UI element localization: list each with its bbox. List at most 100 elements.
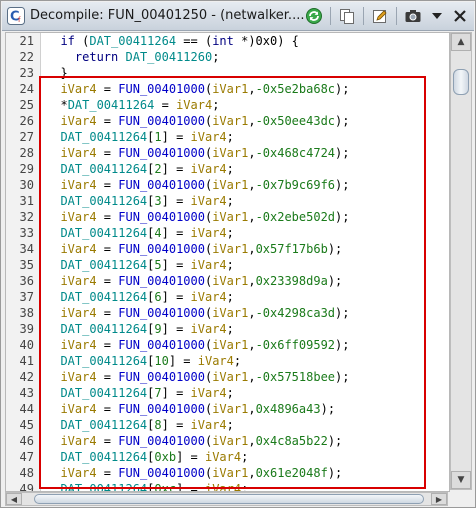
refresh-button[interactable] [304,6,324,26]
code-token[interactable]: FUN_00401000 [118,466,205,480]
code-token[interactable]: iVar1 [212,178,248,192]
code-line[interactable]: iVar4 = FUN_00401000(iVar1,-0x4298ca3d); [46,305,449,321]
code-line[interactable]: iVar4 = FUN_00401000(iVar1,-0x5e2ba68c); [46,81,449,97]
close-button[interactable] [450,6,470,26]
horizontal-scrollbar[interactable]: ◀ ▶ [5,492,448,506]
code-token[interactable]: DAT_00411260 [126,50,213,64]
decompiler-code-view[interactable]: 21 22 23 24 25 26 27 28 29 30 31 32 33 34 35 36 37 38 39 40… [5,32,450,492]
code-line[interactable]: iVar4 = FUN_00401000(iVar1,-0x7b9c69f6); [46,177,449,193]
code-line[interactable]: DAT_00411264[8] = iVar4; [46,417,449,433]
code-token[interactable]: iVar1 [212,434,248,448]
code-token[interactable]: DAT_00411264 [60,194,147,208]
code-line[interactable]: iVar4 = FUN_00401000(iVar1,-0x57518bee); [46,369,449,385]
code-token[interactable]: FUN_00401000 [118,274,205,288]
vertical-scroll-thumb[interactable] [453,69,469,95]
code-token[interactable]: iVar4 [198,354,234,368]
code-token[interactable]: FUN_00401000 [118,82,205,96]
code-token[interactable]: iVar4 [60,338,96,352]
code-line[interactable]: DAT_00411264[7] = iVar4; [46,385,449,401]
code-token[interactable]: iVar1 [212,306,248,320]
code-token[interactable]: iVar1 [212,242,248,256]
code-line[interactable]: DAT_00411264[0xc] = iVar4; [46,481,449,491]
code-token[interactable]: FUN_00401000 [118,178,205,192]
code-token[interactable]: iVar4 [60,402,96,416]
code-token[interactable]: FUN_00401000 [118,146,205,160]
code-token[interactable]: FUN_00401000 [118,338,205,352]
code-token[interactable]: iVar4 [191,226,227,240]
code-token[interactable]: FUN_00401000 [118,114,205,128]
code-token[interactable]: iVar4 [191,418,227,432]
code-token[interactable]: iVar1 [212,274,248,288]
code-token[interactable]: iVar4 [60,434,96,448]
scroll-right-button[interactable]: ▶ [431,493,447,505]
code-line[interactable]: DAT_00411264[0xb] = iVar4; [46,449,449,465]
code-token[interactable]: iVar4 [60,82,96,96]
code-token[interactable]: iVar1 [212,82,248,96]
vertical-scrollbar[interactable]: ▲ ▼ [450,32,472,490]
code-token[interactable]: iVar4 [60,370,96,384]
edit-button[interactable] [370,6,390,26]
code-token[interactable]: iVar4 [60,306,96,320]
code-line[interactable]: iVar4 = FUN_00401000(iVar1,-0x2ebe502d); [46,209,449,225]
code-line[interactable]: DAT_00411264[2] = iVar4; [46,161,449,177]
code-token[interactable]: iVar1 [212,402,248,416]
code-token[interactable]: iVar4 [191,290,227,304]
code-token[interactable]: iVar4 [191,162,227,176]
code-line[interactable]: DAT_00411264[4] = iVar4; [46,225,449,241]
code-token[interactable]: iVar4 [205,482,241,491]
scroll-down-button[interactable]: ▼ [451,471,471,489]
code-line[interactable]: DAT_00411264[3] = iVar4; [46,193,449,209]
code-token[interactable]: DAT_00411264 [60,386,147,400]
code-token[interactable]: iVar1 [212,210,248,224]
code-token[interactable]: DAT_00411264 [60,258,147,272]
code-line[interactable]: if (DAT_00411264 == (int *)0x0) { [46,33,449,49]
code-line[interactable]: iVar4 = FUN_00401000(iVar1,-0x6ff09592); [46,337,449,353]
code-token[interactable]: iVar4 [60,210,96,224]
code-token[interactable]: FUN_00401000 [118,370,205,384]
code-token[interactable]: DAT_00411264 [60,322,147,336]
code-token[interactable]: DAT_00411264 [60,162,147,176]
code-token[interactable]: iVar4 [60,274,96,288]
code-line[interactable]: iVar4 = FUN_00401000(iVar1,0x4c8a5b22); [46,433,449,449]
code-token[interactable]: FUN_00401000 [118,210,205,224]
code-token[interactable]: iVar4 [60,178,96,192]
menu-dropdown-button[interactable] [427,6,447,26]
code-line[interactable]: DAT_00411264[9] = iVar4; [46,321,449,337]
code-token[interactable]: iVar4 [191,322,227,336]
code-line[interactable]: iVar4 = FUN_00401000(iVar1,-0x50ee43dc); [46,113,449,129]
copy-button[interactable] [337,6,357,26]
code-line[interactable]: return DAT_00411260; [46,49,449,65]
code-token[interactable]: iVar1 [212,338,248,352]
snapshot-button[interactable] [403,6,423,26]
code-token[interactable]: iVar4 [205,450,241,464]
scroll-up-button[interactable]: ▲ [451,33,471,51]
code-line[interactable]: iVar4 = FUN_00401000(iVar1,0x4896a43); [46,401,449,417]
code-line[interactable]: iVar4 = FUN_00401000(iVar1,0x61e2048f); [46,465,449,481]
code-token[interactable]: FUN_00401000 [118,402,205,416]
code-token[interactable]: DAT_00411264 [60,450,147,464]
code-token[interactable]: iVar1 [212,466,248,480]
code-token[interactable]: iVar4 [191,194,227,208]
code-token[interactable]: FUN_00401000 [118,306,205,320]
code-line[interactable]: DAT_00411264[1] = iVar4; [46,129,449,145]
code-token[interactable]: iVar4 [191,258,227,272]
code-token[interactable]: iVar4 [176,98,212,112]
code-token[interactable]: iVar4 [191,386,227,400]
code-line[interactable]: iVar4 = FUN_00401000(iVar1,-0x468c4724); [46,145,449,161]
code-line[interactable]: DAT_00411264[5] = iVar4; [46,257,449,273]
scroll-left-button[interactable]: ◀ [6,493,22,505]
code-token[interactable]: iVar4 [60,242,96,256]
code-token[interactable]: iVar4 [191,130,227,144]
code-token[interactable]: iVar4 [60,146,96,160]
code-token[interactable]: iVar4 [60,114,96,128]
code-token[interactable]: DAT_00411264 [60,354,147,368]
code-line[interactable]: iVar4 = FUN_00401000(iVar1,0x23398d9a); [46,273,449,289]
code-token[interactable]: DAT_00411264 [68,98,155,112]
code-line[interactable]: DAT_00411264[10] = iVar4; [46,353,449,369]
code-token[interactable]: DAT_00411264 [60,226,147,240]
horizontal-scroll-thumb[interactable] [34,494,424,504]
code-line[interactable]: } [46,65,449,81]
code-token[interactable]: DAT_00411264 [60,290,147,304]
code-line[interactable]: DAT_00411264[6] = iVar4; [46,289,449,305]
code-token[interactable]: iVar1 [212,146,248,160]
